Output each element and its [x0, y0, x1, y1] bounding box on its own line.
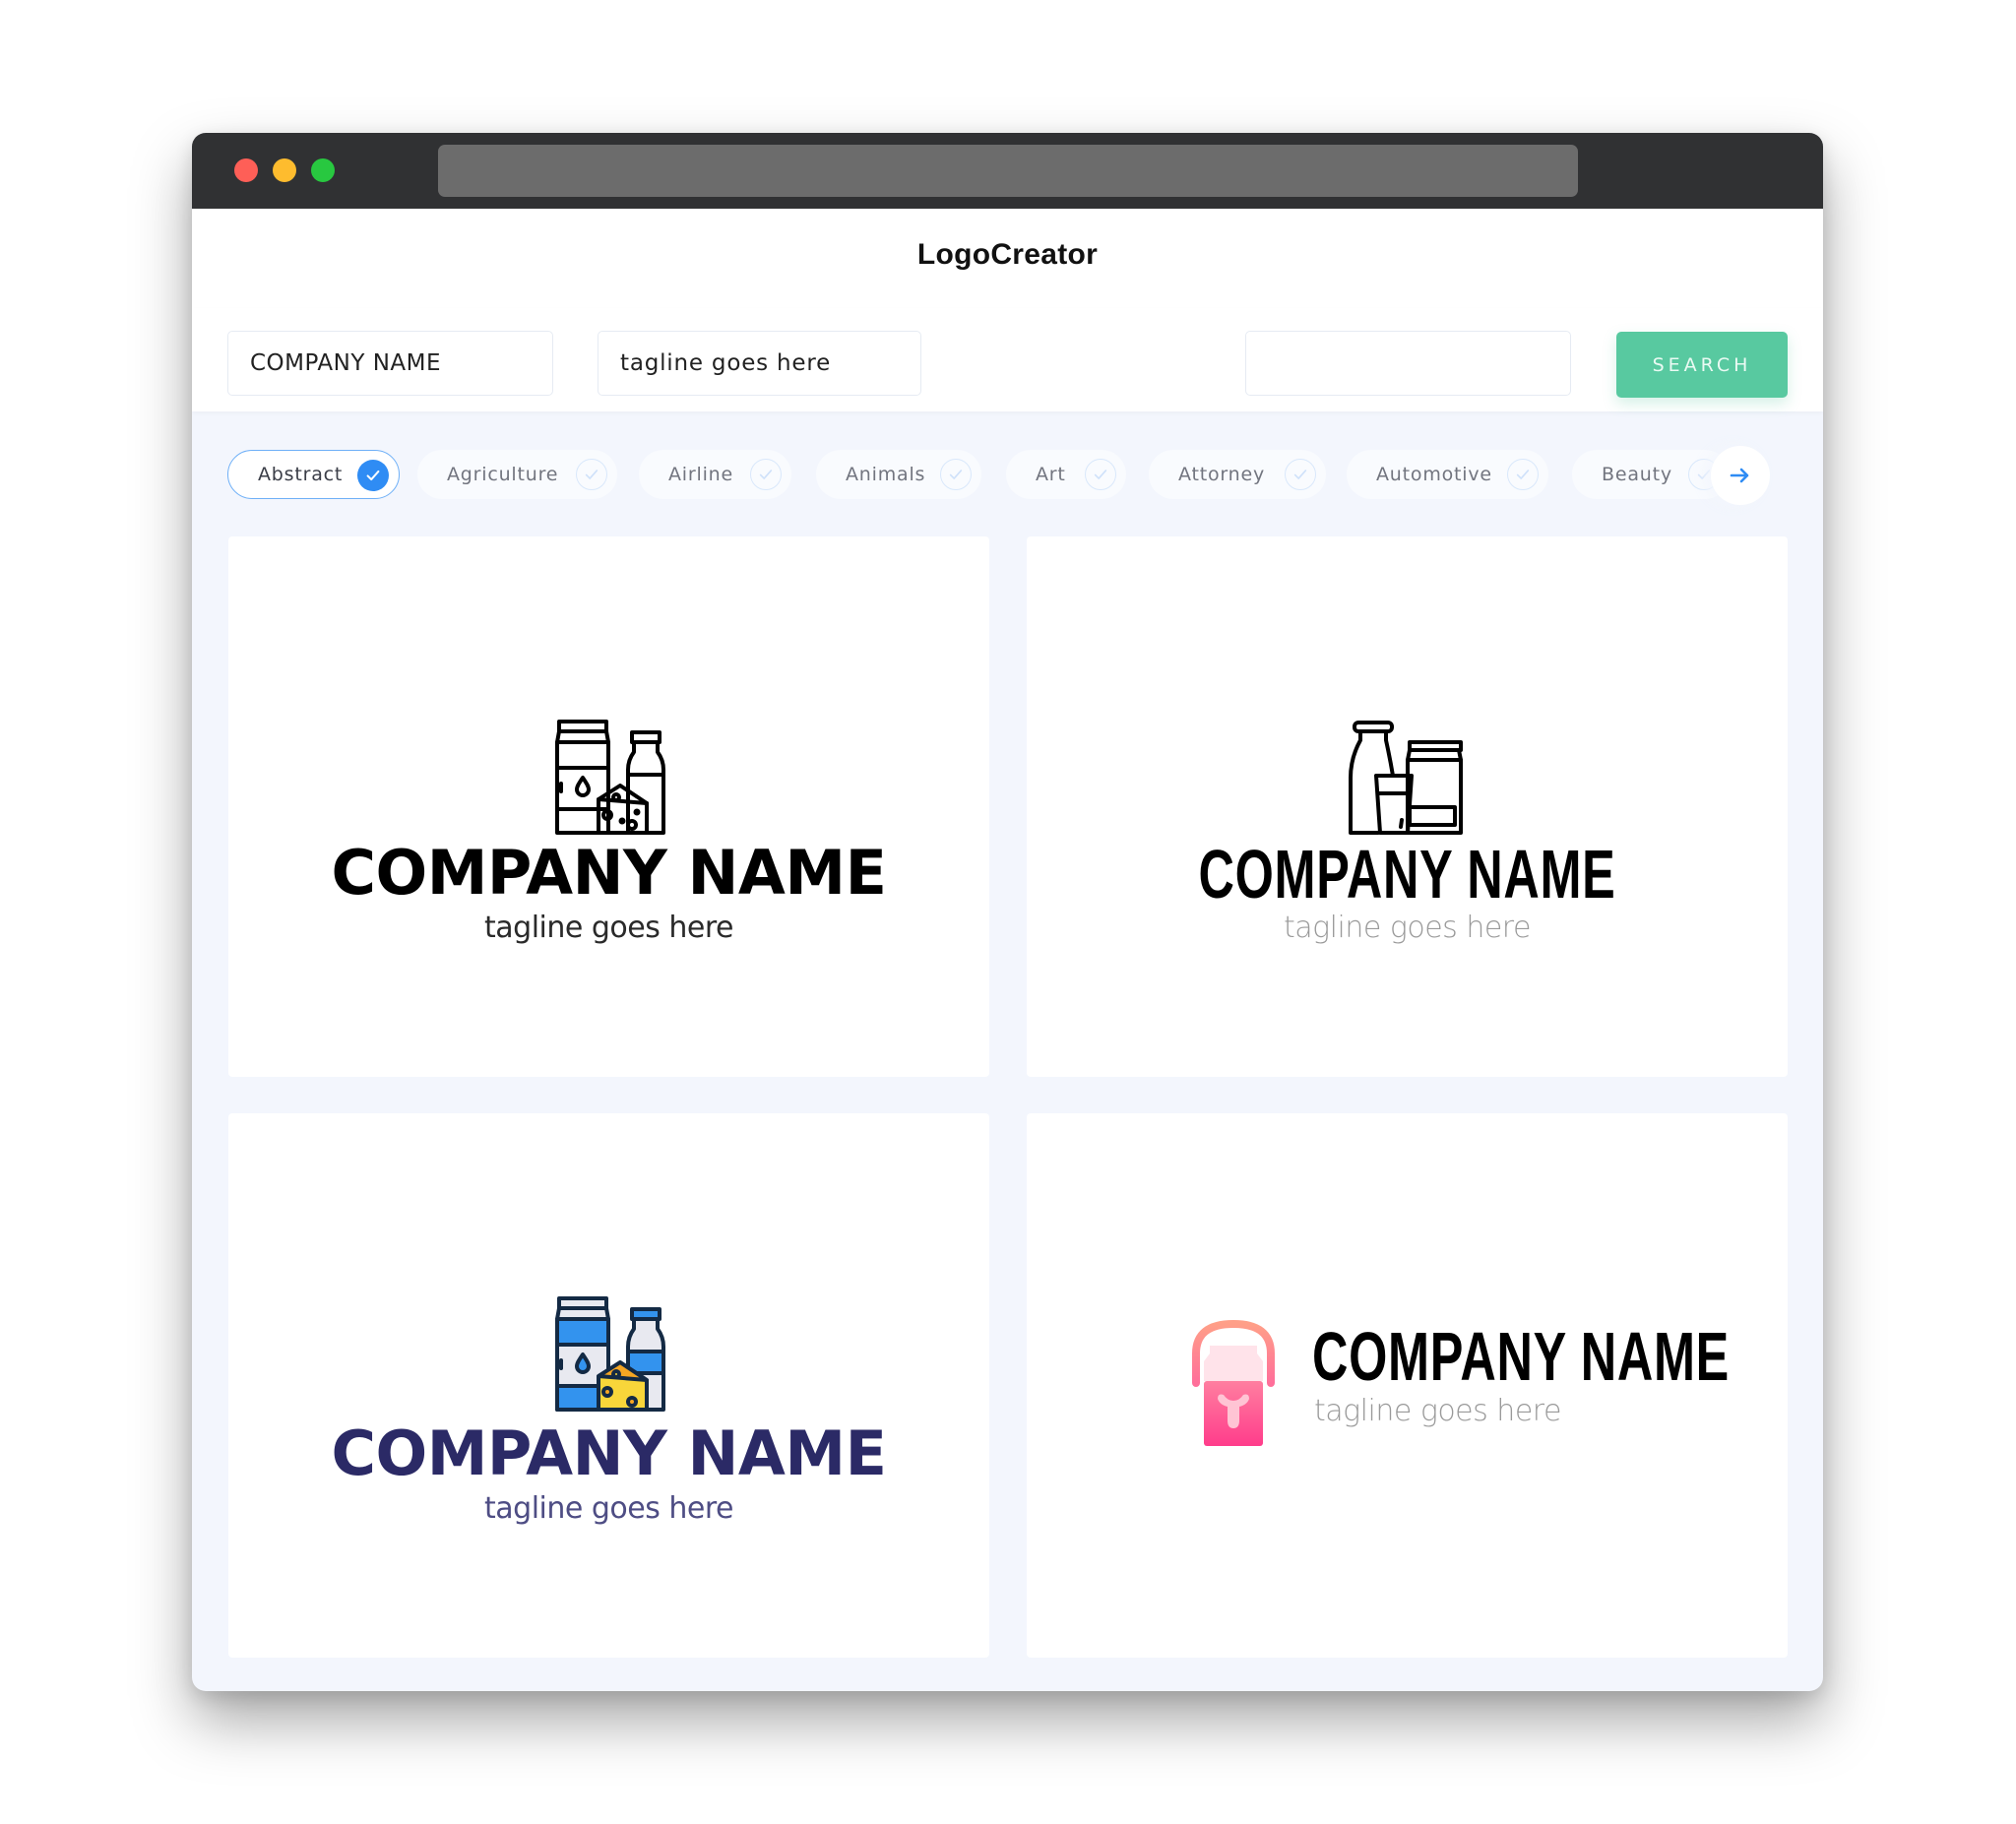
- company-name-text: COMPANY NAME: [331, 1417, 887, 1489]
- category-chip-airline[interactable]: Airline: [639, 450, 791, 499]
- category-label: Airline: [668, 464, 733, 485]
- category-chip-agriculture[interactable]: Agriculture: [417, 450, 617, 499]
- search-bar: COMPANY NAME tagline goes here SEARCH: [192, 308, 1823, 411]
- category-label: Abstract: [258, 464, 344, 485]
- close-window-button[interactable]: [234, 158, 258, 182]
- company-name-input[interactable]: COMPANY NAME: [227, 331, 553, 396]
- browser-window: LogoCreator COMPANY NAME tagline goes he…: [192, 133, 1823, 1691]
- logo-card[interactable]: COMPANY NAME tagline goes here: [228, 1113, 989, 1658]
- minimize-window-button[interactable]: [273, 158, 296, 182]
- category-chip-automotive[interactable]: Automotive: [1347, 450, 1548, 499]
- arrow-right-icon: [1730, 468, 1749, 483]
- dairy-products-color-icon: [555, 1296, 665, 1412]
- milk-bottle-glass-carton-outline-icon: [1349, 721, 1463, 835]
- dairy-products-outline-icon: [555, 720, 665, 835]
- tagline-input[interactable]: tagline goes here: [598, 331, 921, 396]
- next-categories-button[interactable]: [1711, 446, 1770, 505]
- logo-card[interactable]: COMPANY NAME tagline goes here: [228, 536, 989, 1077]
- category-chip-animals[interactable]: Animals: [816, 450, 981, 499]
- category-label: Automotive: [1376, 464, 1492, 485]
- search-button[interactable]: SEARCH: [1616, 332, 1788, 398]
- check-icon: [576, 459, 607, 490]
- address-bar[interactable]: [438, 145, 1578, 197]
- company-name-text: COMPANY NAME: [331, 837, 887, 909]
- tagline-text: tagline goes here: [1284, 911, 1531, 945]
- category-chip-art[interactable]: Art: [1006, 450, 1126, 499]
- check-icon: [1085, 459, 1116, 490]
- check-icon: [1285, 459, 1316, 490]
- app-title: LogoCreator: [916, 238, 1099, 271]
- tagline-text: tagline goes here: [484, 911, 734, 945]
- category-chip-beauty[interactable]: Beauty: [1572, 450, 1730, 499]
- category-chip-abstract[interactable]: Abstract: [227, 450, 400, 499]
- company-name-text: COMPANY NAME: [1198, 836, 1616, 912]
- tagline-text: tagline goes here: [484, 1491, 734, 1526]
- logo-card[interactable]: COMPANY NAME tagline goes here: [1027, 1113, 1788, 1658]
- check-icon: [940, 459, 972, 490]
- logo-card[interactable]: COMPANY NAME tagline goes here: [1027, 536, 1788, 1077]
- maximize-window-button[interactable]: [311, 158, 335, 182]
- milk-can-bull-icon: [1192, 1320, 1275, 1446]
- check-icon: [750, 459, 782, 490]
- check-icon: [1507, 459, 1539, 490]
- category-label: Attorney: [1178, 464, 1266, 485]
- keyword-input[interactable]: [1245, 331, 1571, 396]
- category-label: Art: [1036, 464, 1066, 485]
- category-label: Animals: [846, 464, 926, 485]
- company-name-text: COMPANY NAME: [1312, 1318, 1731, 1395]
- category-label: Agriculture: [447, 464, 559, 485]
- tagline-text: tagline goes here: [1314, 1394, 1561, 1428]
- category-chip-attorney[interactable]: Attorney: [1149, 450, 1326, 499]
- browser-chrome: [192, 133, 1823, 209]
- category-label: Beauty: [1602, 464, 1672, 485]
- app-header: LogoCreator: [192, 209, 1823, 309]
- category-filter: Abstract Agriculture Airline Animals Art…: [227, 450, 1763, 501]
- check-icon: [357, 460, 389, 491]
